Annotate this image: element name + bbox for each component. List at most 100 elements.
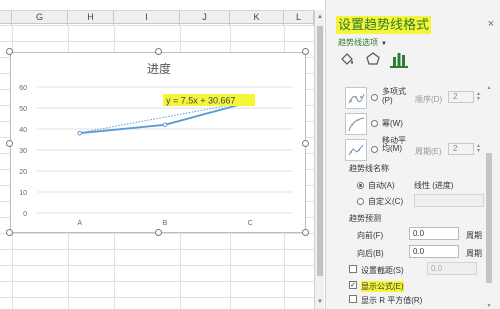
grid-row-line	[0, 249, 314, 250]
order-label: 顺序(D)	[415, 95, 443, 104]
forward-unit: 周期	[466, 231, 482, 240]
set-intercept-checkbox[interactable]	[349, 265, 357, 273]
show-equation-label: 显示公式(E)	[361, 281, 404, 292]
y-tick-label: 0	[23, 211, 27, 218]
x-tick-label: A	[77, 220, 82, 227]
pane-body: 多项式(P) 顺序(D) 2 ▲ ▼ 幂(W) 移动平均(M) 周期(E) 2 ▲…	[345, 85, 485, 309]
period-spinner[interactable]: 2	[448, 143, 474, 155]
chevron-down-icon: ▼	[381, 41, 387, 47]
y-tick-label: 30	[19, 148, 27, 155]
spinner-arrows-icon[interactable]: ▲ ▼	[476, 92, 481, 102]
y-tick-label: 20	[19, 169, 27, 176]
chart-resize-handle-tc[interactable]	[155, 48, 162, 55]
forward-label: 向前(F)	[357, 231, 384, 240]
scroll-up-arrow-icon[interactable]: ▲	[316, 12, 324, 22]
power-radio[interactable]	[371, 120, 378, 127]
grid-row-line	[0, 41, 314, 42]
pane-title: 设置趋势线格式	[336, 16, 432, 34]
grid-row-line	[0, 281, 314, 282]
option-moving-average: 移动平均(M) 周期(E) 2 ▲ ▼	[345, 137, 485, 163]
trendline-name-section: 趋势线名称	[349, 164, 389, 173]
period-label: 周期(E)	[415, 147, 442, 156]
series-point	[162, 122, 168, 128]
custom-name-input[interactable]	[414, 194, 484, 207]
auto-name-label: 自动(A)	[368, 181, 395, 190]
column-header-k[interactable]: K	[230, 11, 284, 25]
polynomial-label: 多项式(P)	[382, 87, 406, 105]
chart-resize-handle-mr[interactable]	[302, 140, 309, 147]
column-header-g[interactable]: G	[12, 11, 68, 25]
set-intercept-label: 设置截距(S)	[361, 266, 404, 275]
trendline	[79, 100, 251, 134]
show-equation-checkbox[interactable]: ✓	[349, 281, 357, 289]
spreadsheet-area: G H I J K L 进度 0 10 20 30 40 50 60 A B Cy = 7.5x +…	[0, 0, 314, 309]
x-tick-label: B	[163, 220, 168, 227]
intercept-input[interactable]: 0.0	[427, 262, 477, 275]
pentagon-icon	[366, 52, 380, 65]
grid-row-line	[0, 25, 314, 26]
chart-resize-handle-bc[interactable]	[155, 229, 162, 236]
column-headers: G H I J K L	[0, 10, 314, 25]
fill-line-tab[interactable]	[338, 50, 356, 68]
backward-label: 向后(B)	[357, 249, 384, 258]
grid-row-line	[0, 297, 314, 298]
chart-area[interactable]: 进度 0 10 20 30 40 50 60 A B Cy = 7.5x + 30.667	[10, 52, 306, 233]
pane-tabs	[338, 50, 488, 70]
scrollbar-thumb[interactable]	[317, 26, 323, 276]
chart-resize-handle-tr[interactable]	[302, 48, 309, 55]
chart-resize-handle-ml[interactable]	[6, 140, 13, 147]
chart-resize-handle-tl[interactable]	[6, 48, 13, 55]
chart-title: 进度	[147, 61, 171, 76]
column-header-j[interactable]: J	[180, 11, 230, 25]
backward-input[interactable]: 0.0	[409, 245, 459, 258]
y-tick-label: 60	[19, 85, 27, 92]
y-tick-label: 10	[19, 190, 27, 197]
effects-tab[interactable]	[364, 50, 382, 68]
polynomial-trend-icon	[345, 87, 367, 109]
y-tick-label: 50	[19, 106, 27, 113]
forward-input[interactable]: 0.0	[409, 227, 459, 240]
backward-unit: 周期	[466, 249, 482, 258]
auto-name-radio[interactable]	[357, 182, 364, 189]
column-header-l[interactable]: L	[284, 11, 314, 25]
auto-name-value: 线性 (进度)	[414, 181, 454, 190]
x-tick-label: C	[248, 220, 253, 227]
order-spinner[interactable]: 2	[448, 91, 474, 103]
trendline-options-label: 趋势线选项	[338, 38, 378, 47]
close-icon[interactable]: ×	[488, 18, 494, 30]
moving-average-label: 移动平均(M)	[382, 136, 406, 153]
show-r-squared-label: 显示 R 平方值(R)	[361, 296, 423, 305]
bar-chart-icon	[393, 53, 405, 66]
pane-scroll-down-icon[interactable]: ▼	[485, 303, 493, 309]
chart-resize-handle-br[interactable]	[302, 229, 309, 236]
forecast-section: 趋势预测	[349, 214, 381, 223]
moving-average-icon	[345, 139, 367, 161]
moving-average-radio[interactable]	[371, 146, 378, 153]
power-label: 幂(W)	[382, 119, 403, 128]
sheet-vertical-scrollbar[interactable]: ▲ ▼	[314, 10, 324, 309]
trendline-options-tab[interactable]	[390, 50, 408, 68]
paint-bucket-icon	[341, 53, 353, 65]
chart-resize-handle-bl[interactable]	[6, 229, 13, 236]
column-header-stub	[0, 11, 12, 25]
grid-row-line	[0, 265, 314, 266]
column-header-i[interactable]: I	[114, 11, 180, 25]
trendline-options-dropdown[interactable]: 趋势线选项 ▼	[338, 37, 387, 48]
power-trend-icon	[345, 113, 367, 135]
custom-name-label: 自定义(C)	[368, 197, 404, 206]
trendline-equation-label: y = 7.5x + 30.667	[166, 96, 236, 106]
option-power: 幂(W)	[345, 111, 485, 137]
spinner-arrows-icon[interactable]: ▲ ▼	[476, 144, 481, 154]
pane-scrollbar-thumb[interactable]	[486, 153, 492, 283]
series-point	[77, 130, 82, 136]
pane-scroll-up-icon[interactable]: ▲	[485, 85, 493, 91]
column-header-h[interactable]: H	[68, 11, 114, 25]
option-polynomial: 多项式(P) 顺序(D) 2 ▲ ▼	[345, 85, 485, 111]
scroll-down-arrow-icon[interactable]: ▼	[316, 297, 324, 307]
show-r-squared-checkbox[interactable]	[349, 295, 357, 303]
y-tick-label: 40	[19, 127, 27, 134]
line-chart: 进度 0 10 20 30 40 50 60 A B Cy = 7.5x + 30.667	[19, 61, 293, 227]
pane-scrollbar[interactable]: ▲ ▼	[485, 85, 493, 309]
polynomial-radio[interactable]	[371, 94, 378, 101]
custom-name-radio[interactable]	[357, 198, 364, 205]
